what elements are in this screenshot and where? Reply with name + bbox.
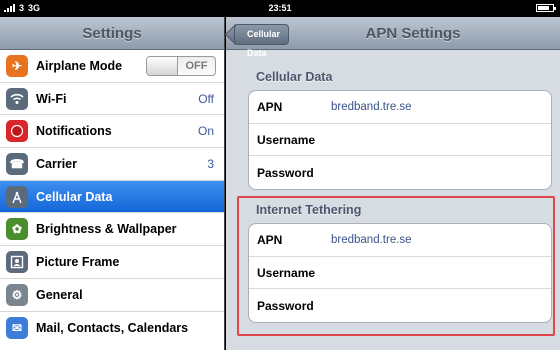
sidebar-item-picture-frame[interactable]: Picture Frame xyxy=(0,246,224,279)
sidebar-item-notifications[interactable]: Notifications On xyxy=(0,115,224,149)
wifi-icon xyxy=(6,87,28,110)
detail-title: APN Settings xyxy=(365,25,461,42)
section-header-cellular-data: Cellular Data xyxy=(256,70,333,84)
cellular-data-group: APN bredband.tre.se Username Password xyxy=(248,90,552,191)
sidebar-item-wifi[interactable]: Wi-Fi Off xyxy=(0,83,224,116)
sidebar-item-cellular-data[interactable]: Cellular Data xyxy=(0,180,224,214)
sidebar-item-mail-contacts-calendars[interactable]: ✉ Mail, Contacts, Calendars xyxy=(0,312,224,345)
battery-icon xyxy=(536,4,556,14)
sidebar-item-label: Brightness & Wallpaper xyxy=(36,222,177,237)
highlight-box xyxy=(237,196,555,336)
sidebar-item-label: General xyxy=(36,287,83,302)
sidebar-item-label: Notifications xyxy=(36,124,112,139)
airplane-mode-toggle[interactable]: OFF xyxy=(146,56,216,76)
toggle-knob xyxy=(147,57,178,75)
status-bar: 3 3G 23:51 xyxy=(0,0,560,17)
settings-sidebar: Settings ✈ Airplane Mode OFF Wi-Fi Off N… xyxy=(0,17,225,350)
sidebar-item-label: Airplane Mode xyxy=(36,58,123,73)
sidebar-item-airplane-mode[interactable]: ✈ Airplane Mode OFF xyxy=(0,50,224,83)
carrier-value: 3 xyxy=(207,156,214,171)
settings-menu: ✈ Airplane Mode OFF Wi-Fi Off Notificati… xyxy=(0,50,224,344)
brightness-icon: ✿ xyxy=(6,218,28,241)
sidebar-item-brightness-wallpaper[interactable]: ✿ Brightness & Wallpaper xyxy=(0,213,224,247)
sidebar-title: Settings xyxy=(82,25,142,42)
airplane-icon: ✈ xyxy=(6,54,28,77)
sidebar-item-label: Cellular Data xyxy=(36,189,113,204)
sidebar-item-carrier[interactable]: ☎ Carrier 3 xyxy=(0,148,224,181)
status-time: 23:51 xyxy=(268,3,292,13)
picture-frame-icon xyxy=(6,250,28,273)
sidebar-item-label: Carrier xyxy=(36,156,77,171)
notifications-status: On xyxy=(197,124,214,139)
apn-row[interactable]: APN bredband.tre.se xyxy=(249,91,551,124)
sidebar-item-general[interactable]: ⚙ General xyxy=(0,279,224,312)
username-row[interactable]: Username xyxy=(249,124,551,157)
gear-icon: ⚙ xyxy=(6,283,28,306)
toggle-state: OFF xyxy=(185,60,208,72)
carrier-phone-icon: ☎ xyxy=(6,152,28,175)
mail-icon: ✉ xyxy=(6,316,28,339)
back-button[interactable]: Cellular Data xyxy=(234,24,290,58)
row-label: Username xyxy=(257,132,316,147)
detail-navbar: Cellular Data APN Settings xyxy=(226,17,560,58)
password-row[interactable]: Password xyxy=(249,156,551,189)
cellular-antenna-icon xyxy=(6,185,28,208)
sidebar-navbar: Settings xyxy=(0,17,224,50)
apn-field[interactable]: bredband.tre.se xyxy=(331,101,412,113)
wifi-status: Off xyxy=(198,91,214,106)
notifications-icon xyxy=(6,120,28,143)
row-label: APN xyxy=(257,99,283,114)
row-label: Password xyxy=(257,165,314,180)
sidebar-item-label: Wi-Fi xyxy=(36,91,67,106)
sidebar-item-label: Picture Frame xyxy=(36,254,120,269)
sidebar-item-label: Mail, Contacts, Calendars xyxy=(36,320,189,335)
